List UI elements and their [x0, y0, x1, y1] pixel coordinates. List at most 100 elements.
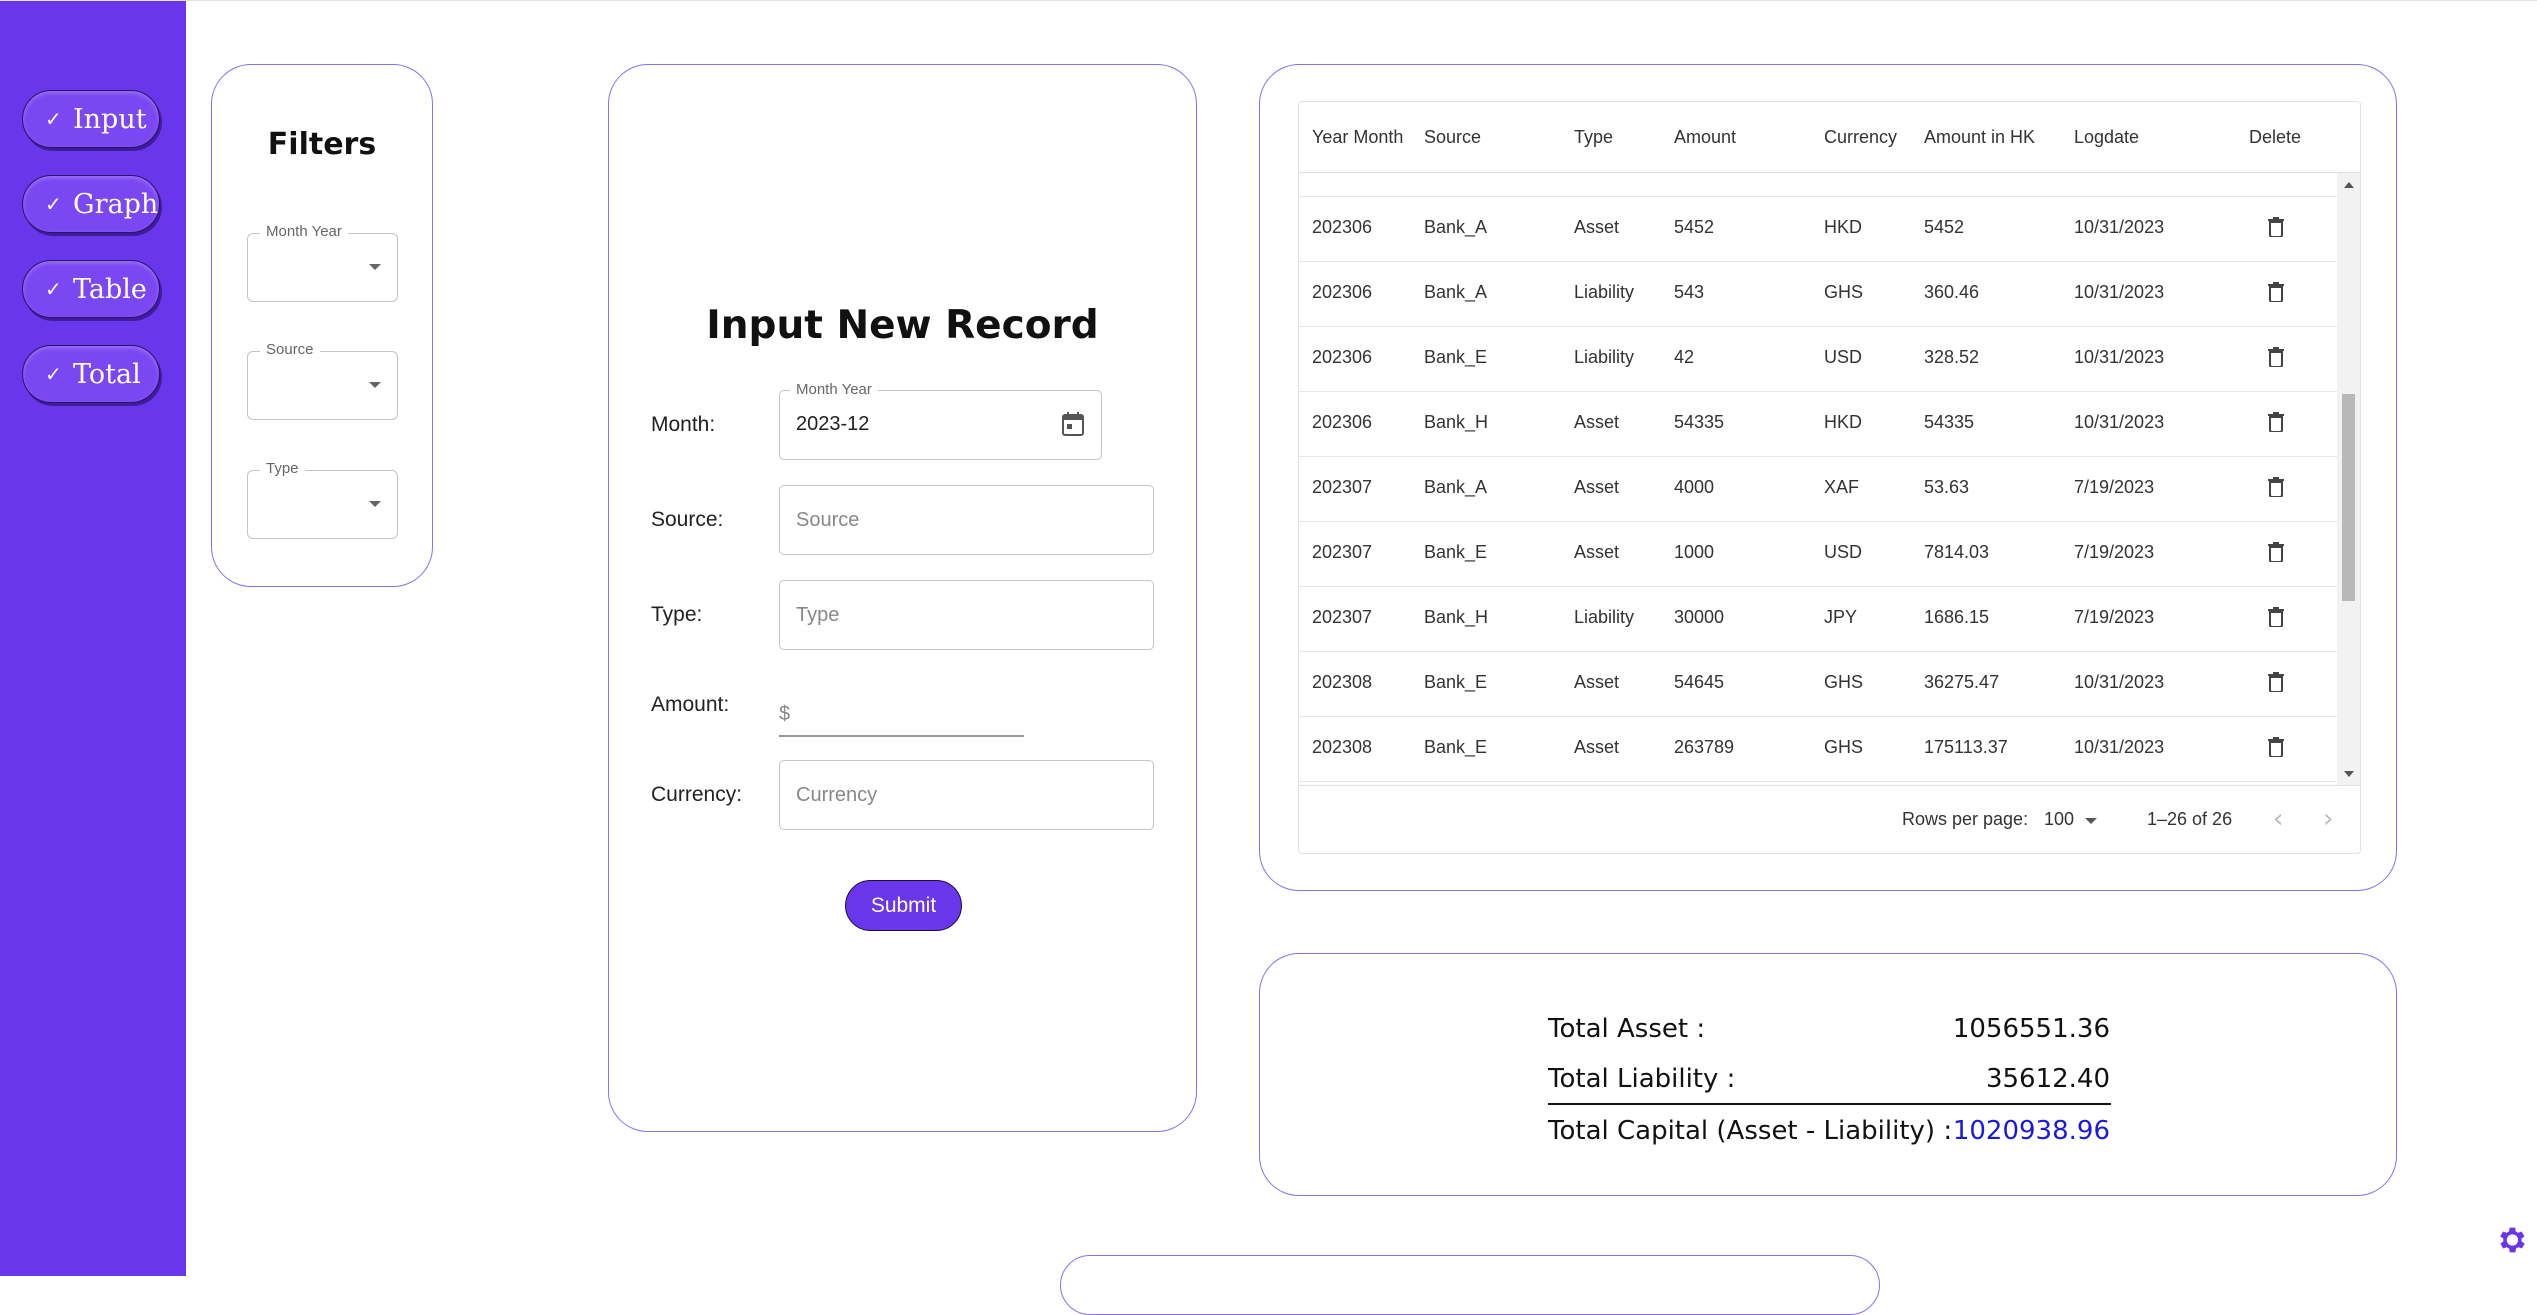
cell-amount-hk: 328.52: [1924, 347, 1980, 367]
cell-type: Asset: [1574, 672, 1620, 692]
cell-year-month: 202306: [1312, 347, 1373, 367]
delete-icon[interactable]: [2268, 672, 2284, 692]
delete-icon[interactable]: [2268, 607, 2284, 627]
next-page-icon[interactable]: ›: [2323, 804, 2333, 834]
column-header-amount-hk[interactable]: Amount in HK: [1924, 127, 2035, 148]
cell-type: Liability: [1574, 347, 1635, 367]
column-header-year-month[interactable]: Year Month: [1312, 127, 1403, 148]
cell-year-month: 202306: [1312, 282, 1373, 302]
table-scrollbar[interactable]: [2337, 172, 2360, 785]
amount-input[interactable]: [779, 735, 1024, 737]
cell-year-month: 202306: [1312, 412, 1373, 432]
table-row: 202306 Bank_A Liability 543 GHS 360.46 10/31/2…: [1299, 261, 2337, 327]
nav-total-label: Total: [73, 358, 141, 390]
type-filter-select[interactable]: Type: [247, 460, 398, 539]
delete-icon[interactable]: [2268, 542, 2284, 562]
cell-amount-hk: 54335: [1924, 412, 1975, 432]
cell-amount: 30000: [1674, 607, 1725, 627]
cell-year-month: 202307: [1312, 477, 1373, 497]
cell-amount-hk: 360.46: [1924, 282, 1980, 302]
cell-logdate: 10/31/2023: [2074, 282, 2165, 302]
month-year-filter-select[interactable]: Month Year: [247, 223, 398, 302]
rows-per-page-select[interactable]: 100: [2044, 809, 2074, 830]
cell-currency: GHS: [1824, 282, 1864, 302]
delete-icon[interactable]: [2268, 737, 2284, 757]
top-divider: [0, 0, 2537, 1]
column-header-logdate[interactable]: Logdate: [2074, 127, 2139, 148]
cell-logdate: 10/31/2023: [2074, 217, 2165, 237]
cell-source: Bank_E: [1424, 542, 1488, 562]
table-row: 202307 Bank_E Asset 1000 USD 7814.03 7/19/2023: [1299, 521, 2337, 587]
check-icon: ✓: [45, 107, 62, 131]
cell-source: Bank_E: [1424, 737, 1488, 757]
source-filter-select[interactable]: Source: [247, 341, 398, 420]
table-row: 202306 Bank_A Asset 5452 HKD 5452 10/31/2023: [1299, 196, 2337, 262]
cell-year-month: 202308: [1312, 737, 1373, 757]
cell-currency: JPY: [1824, 607, 1858, 627]
cell-type: Asset: [1574, 542, 1620, 562]
column-header-amount[interactable]: Amount: [1674, 127, 1736, 148]
source-filter-label: Source: [260, 341, 320, 358]
scrollbar-thumb[interactable]: [2342, 394, 2355, 601]
cell-type: Liability: [1574, 282, 1635, 302]
cell-logdate: 10/31/2023: [2074, 737, 2165, 757]
cell-year-month: 202308: [1312, 672, 1373, 692]
cell-currency: GHS: [1824, 737, 1864, 757]
cell-amount: 543: [1674, 282, 1705, 302]
cell-logdate: 10/31/2023: [2074, 672, 2165, 692]
nav-graph-button[interactable]: ✓ Graph: [22, 175, 160, 233]
rows-per-page-label: Rows per page:: [1902, 809, 2029, 829]
cell-year-month: 202307: [1312, 542, 1373, 562]
chevron-down-icon: [369, 501, 381, 507]
delete-icon[interactable]: [2268, 477, 2284, 497]
cell-currency: HKD: [1824, 412, 1863, 432]
cell-currency: GHS: [1824, 672, 1864, 692]
total-liability-value: 35612.40: [1985, 1064, 2110, 1094]
nav-total-button[interactable]: ✓ Total: [22, 345, 160, 403]
delete-icon[interactable]: [2268, 347, 2284, 367]
total-liability-label: Total Liability :: [1548, 1064, 1736, 1094]
gear-icon[interactable]: [2494, 1223, 2528, 1257]
column-header-type[interactable]: Type: [1574, 127, 1613, 148]
previous-page-icon[interactable]: ‹: [2273, 804, 2283, 834]
total-capital-label: Total Capital (Asset - Liability) :: [1548, 1116, 1953, 1146]
check-icon: ✓: [45, 277, 62, 301]
cell-source: Bank_A: [1424, 282, 1488, 302]
cell-amount: 1000: [1674, 542, 1715, 562]
amount-label: Amount:: [651, 693, 730, 716]
column-header-currency[interactable]: Currency: [1824, 127, 1897, 148]
cell-type: Liability: [1574, 607, 1635, 627]
source-input[interactable]: Source: [779, 485, 1154, 555]
currency-input[interactable]: Currency: [779, 760, 1154, 830]
cell-source: Bank_H: [1424, 412, 1489, 432]
submit-button[interactable]: Submit: [845, 880, 962, 931]
table-row: 202307 Bank_H Liability 30000 JPY 1686.15 7/19…: [1299, 586, 2337, 652]
scroll-down-icon[interactable]: [2344, 771, 2354, 777]
total-capital-value: 1020938.96: [1952, 1116, 2110, 1146]
cell-amount: 5452: [1674, 217, 1715, 237]
cell-year-month: 202307: [1312, 607, 1373, 627]
cell-source: Bank_A: [1424, 477, 1488, 497]
calendar-icon[interactable]: [1061, 411, 1085, 437]
chevron-down-icon[interactable]: [2085, 818, 2097, 824]
chevron-down-icon: [369, 264, 381, 270]
month-year-picker[interactable]: Month Year 2023-12: [779, 381, 1102, 460]
sidebar: ✓ Input ✓ Graph ✓ Table ✓ Total: [0, 1, 186, 1276]
type-input[interactable]: Type: [779, 580, 1154, 650]
delete-icon[interactable]: [2268, 217, 2284, 237]
nav-table-button[interactable]: ✓ Table: [22, 260, 160, 318]
check-icon: ✓: [45, 362, 62, 386]
month-year-value: 2023-12: [796, 413, 870, 435]
type-label: Type:: [651, 603, 703, 626]
graph-panel-partial: [1060, 1255, 1880, 1315]
delete-icon[interactable]: [2268, 412, 2284, 432]
scroll-up-icon[interactable]: [2344, 182, 2354, 188]
delete-icon[interactable]: [2268, 282, 2284, 302]
table-row: 202306 Bank_H Asset 54335 HKD 54335 10/31/2023: [1299, 391, 2337, 457]
table-body: 202306 Bank_A Asset 5452 HKD 5452 10/31/2023 20…: [1299, 172, 2337, 785]
month-year-filter-label: Month Year: [260, 223, 348, 240]
table-row: 202308 Bank_E Asset 263789 GHS 175113.37 10/31…: [1299, 716, 2337, 782]
nav-input-button[interactable]: ✓ Input: [22, 90, 160, 148]
source-label: Source:: [651, 508, 724, 531]
column-header-source[interactable]: Source: [1424, 127, 1481, 148]
